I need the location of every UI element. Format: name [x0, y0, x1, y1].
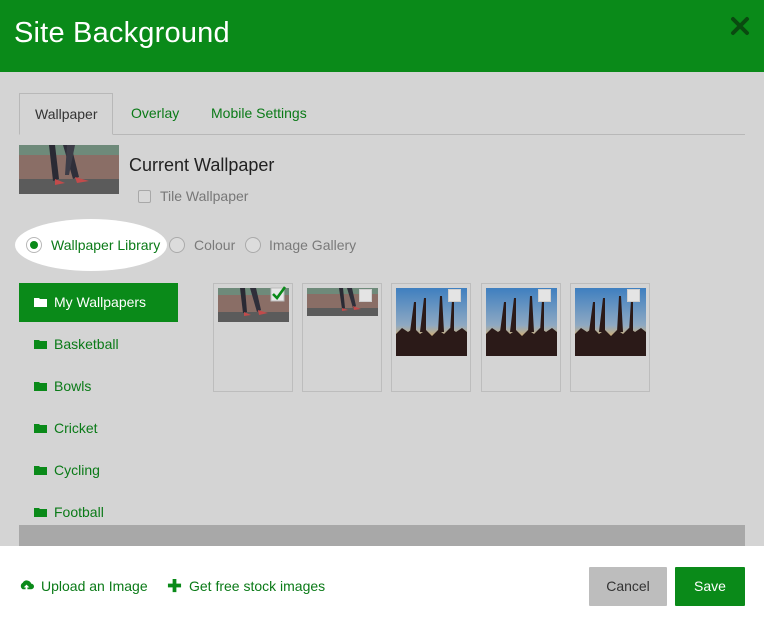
category-label: Football [54, 504, 104, 520]
wallpaper-tile[interactable] [213, 283, 293, 392]
select-checkbox[interactable] [448, 289, 461, 302]
category-label: Cycling [54, 462, 100, 478]
folder-icon [34, 424, 47, 433]
category-cricket[interactable]: Cricket [19, 409, 178, 448]
tab-overlay[interactable]: Overlay [116, 93, 194, 135]
radio-label-wallpaper-library: Wallpaper Library [51, 237, 161, 253]
wallpaper-tile[interactable] [302, 283, 382, 392]
category-label: Bowls [54, 378, 92, 394]
select-checkbox[interactable] [538, 289, 551, 302]
wallpaper-tile[interactable] [391, 283, 471, 392]
category-my-wallpapers[interactable]: My Wallpapers [19, 283, 178, 322]
dialog-header: Site Background [0, 0, 764, 72]
folder-icon [34, 298, 47, 307]
category-label: My Wallpapers [54, 294, 147, 310]
select-checkbox[interactable] [359, 289, 372, 302]
folder-icon [34, 466, 47, 475]
current-wallpaper-thumbnail [19, 145, 119, 194]
select-checkbox[interactable] [627, 289, 640, 302]
folder-icon [34, 382, 47, 391]
category-bowls[interactable]: Bowls [19, 367, 178, 406]
wallpaper-tile[interactable] [570, 283, 650, 392]
tile-wallpaper-label: Tile Wallpaper [160, 188, 249, 204]
folder-icon [34, 340, 47, 349]
category-football[interactable]: Football [19, 493, 178, 525]
upload-image-label: Upload an Image [41, 578, 148, 594]
category-basketball[interactable]: Basketball [19, 325, 178, 364]
folder-icon [34, 508, 47, 517]
radio-label-colour: Colour [194, 237, 236, 253]
radio-colour[interactable] [169, 237, 185, 253]
radio-label-image-gallery: Image Gallery [269, 237, 357, 253]
dialog-footer: Upload an Image Get free stock images Ca… [0, 546, 764, 618]
category-label: Basketball [54, 336, 119, 352]
tab-wallpaper[interactable]: Wallpaper [19, 93, 113, 135]
stock-images-label: Get free stock images [189, 578, 326, 594]
tile-wallpaper-checkbox[interactable] [138, 190, 151, 203]
horizontal-scrollbar[interactable] [19, 525, 745, 546]
checkmark-icon [270, 286, 286, 302]
cloud-upload-icon [20, 580, 34, 592]
close-icon[interactable] [728, 14, 752, 38]
category-cycling[interactable]: Cycling [19, 451, 178, 490]
current-wallpaper-title: Current Wallpaper [129, 155, 275, 175]
dialog-title: Site Background [14, 17, 230, 49]
cancel-button[interactable]: Cancel [589, 567, 667, 606]
save-button[interactable]: Save [675, 567, 745, 606]
tab-bar: Wallpaper Overlay Mobile Settings [19, 93, 745, 135]
radio-image-gallery[interactable] [245, 237, 261, 253]
category-label: Cricket [54, 420, 98, 436]
plus-icon [167, 578, 182, 593]
dialog-body: Wallpaper Overlay Mobile Settings Curren… [0, 72, 764, 546]
category-list: My Wallpapers Basketball Bowls Cricket C… [19, 283, 178, 525]
tab-mobile-settings[interactable]: Mobile Settings [196, 93, 322, 135]
radio-wallpaper-library[interactable] [26, 237, 42, 253]
wallpaper-tile[interactable] [481, 283, 561, 392]
